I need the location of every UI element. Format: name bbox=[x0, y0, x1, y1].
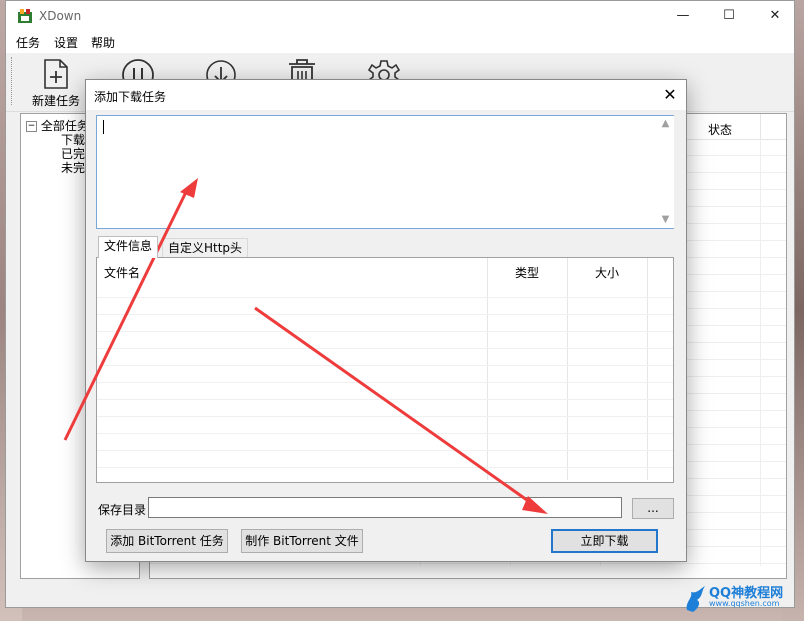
close-button[interactable]: ✕ bbox=[752, 1, 798, 31]
file-list-rows bbox=[97, 281, 673, 482]
menu-task[interactable]: 任务 bbox=[16, 34, 40, 51]
main-titlebar[interactable]: XDown — ☐ ✕ bbox=[6, 1, 794, 31]
add-bittorrent-task-button[interactable]: 添加 BitTorrent 任务 bbox=[106, 529, 228, 553]
collapse-icon[interactable]: − bbox=[26, 121, 37, 132]
dragon-logo-icon bbox=[686, 586, 705, 612]
new-task-button[interactable]: 新建任务 bbox=[26, 55, 86, 108]
save-dir-input[interactable] bbox=[148, 497, 622, 518]
dialog-tabs: 文件信息 自定义Http头 bbox=[96, 236, 674, 258]
dialog-close-button[interactable]: ✕ bbox=[658, 83, 682, 107]
text-caret bbox=[103, 120, 104, 134]
size-column-header[interactable]: 大小 bbox=[595, 264, 619, 281]
menu-help[interactable]: 帮助 bbox=[91, 34, 115, 51]
app-title: XDown bbox=[39, 9, 82, 23]
download-now-button[interactable]: 立即下载 bbox=[551, 529, 658, 553]
watermark: QQ神教程网 www.qqshen.com bbox=[683, 582, 803, 618]
menu-bar: 任务 设置 帮助 bbox=[6, 31, 794, 53]
dialog-title: 添加下载任务 bbox=[94, 90, 167, 104]
file-info-table[interactable]: 文件名 类型 大小 bbox=[96, 257, 674, 483]
minimize-button[interactable]: — bbox=[660, 1, 706, 31]
menu-settings[interactable]: 设置 bbox=[54, 34, 78, 51]
maximize-button[interactable]: ☐ bbox=[706, 1, 752, 31]
tab-file-info[interactable]: 文件信息 bbox=[98, 236, 159, 258]
status-bar bbox=[6, 585, 794, 607]
column-gridline bbox=[760, 139, 761, 566]
save-dir-label: 保存目录 bbox=[98, 503, 147, 517]
xdown-app-icon bbox=[18, 9, 32, 23]
browse-button[interactable]: ... bbox=[632, 498, 674, 519]
new-task-label: 新建任务 bbox=[31, 94, 80, 108]
tab-custom-http-header[interactable]: 自定义Http头 bbox=[162, 238, 249, 258]
new-file-icon bbox=[44, 59, 68, 89]
status-column-header[interactable]: 状态 bbox=[708, 121, 732, 138]
watermark-url: www.qqshen.com bbox=[709, 599, 780, 608]
url-input[interactable] bbox=[96, 115, 674, 229]
scroll-down-icon[interactable]: ▼ bbox=[657, 212, 674, 228]
type-column-header[interactable]: 类型 bbox=[515, 264, 539, 281]
scroll-up-icon[interactable]: ▲ bbox=[657, 116, 674, 132]
column-separator bbox=[760, 114, 761, 139]
make-bittorrent-file-button[interactable]: 制作 BitTorrent 文件 bbox=[241, 529, 363, 553]
tree-item-unfinished[interactable]: 未完 bbox=[61, 159, 85, 176]
close-icon: ✕ bbox=[663, 85, 677, 104]
toolbar-grip bbox=[11, 57, 14, 105]
url-scrollbar[interactable]: ▲ ▼ bbox=[657, 116, 674, 228]
add-download-task-dialog: 添加下载任务 ✕ ▲ ▼ 文件信息 自定义Http头 文件名 类型 大小 保存目… bbox=[85, 79, 687, 562]
dialog-titlebar[interactable]: 添加下载任务 ✕ bbox=[86, 80, 686, 110]
filename-column-header[interactable]: 文件名 bbox=[104, 264, 140, 281]
